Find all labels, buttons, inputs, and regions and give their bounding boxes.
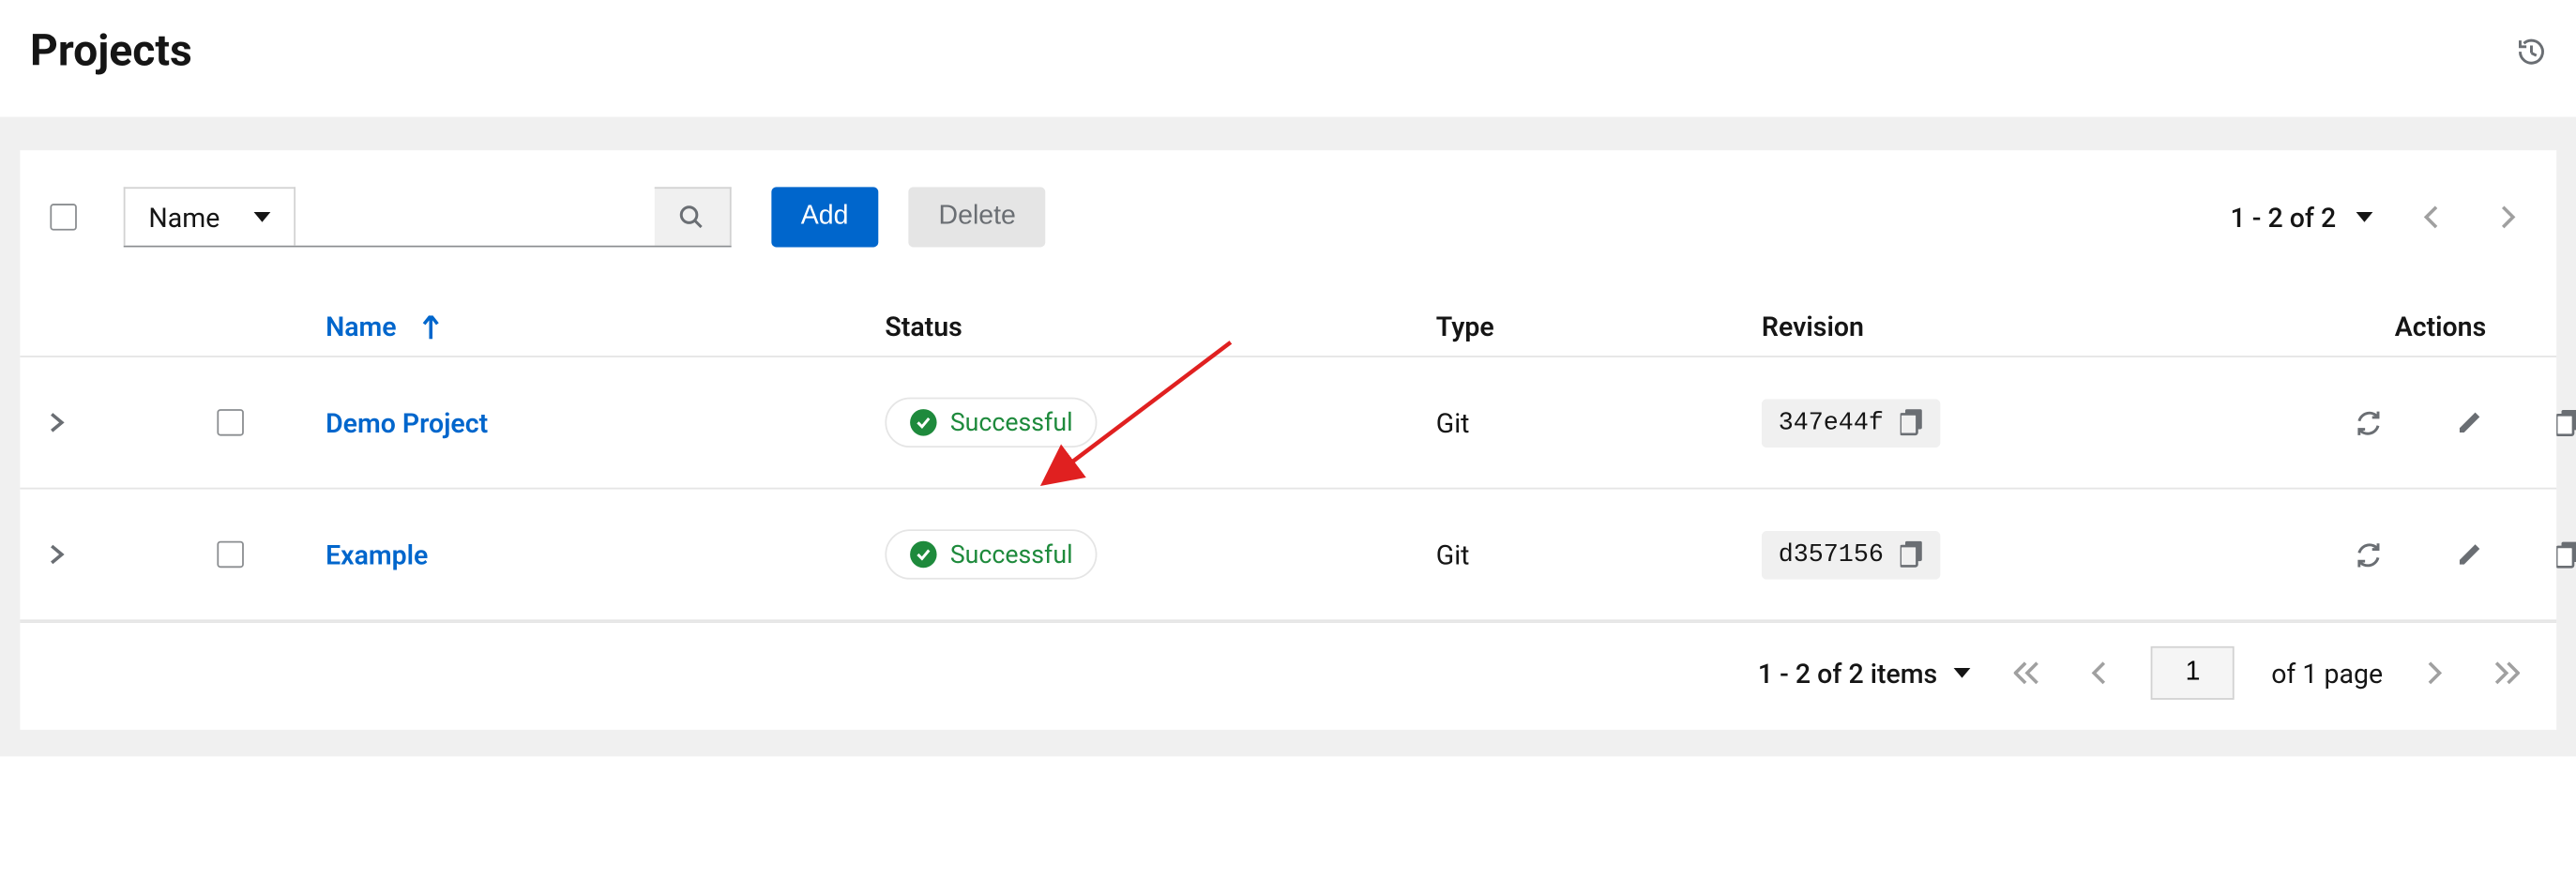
prev-page-top[interactable]: [2413, 199, 2449, 235]
last-page[interactable]: [2486, 658, 2526, 688]
column-status: Status: [885, 311, 1435, 342]
caret-down-icon: [2356, 212, 2373, 222]
prev-page[interactable]: [2084, 658, 2114, 688]
sort-asc-icon: [423, 315, 440, 339]
sync-icon[interactable]: [2355, 540, 2383, 569]
project-link[interactable]: Demo Project: [326, 406, 488, 438]
row-checkbox[interactable]: [217, 541, 243, 568]
status-badge[interactable]: Successful: [885, 398, 1098, 448]
search-button[interactable]: [654, 187, 731, 245]
search-input[interactable]: [295, 187, 654, 245]
type-cell: Git: [1436, 406, 1762, 438]
expand-toggle[interactable]: [50, 413, 150, 432]
revision-chip: d357156: [1762, 530, 1940, 579]
column-name-label: Name: [326, 311, 397, 342]
first-page[interactable]: [2008, 658, 2048, 688]
copy-icon[interactable]: [2556, 408, 2576, 436]
column-type: Type: [1436, 311, 1762, 342]
type-cell: Git: [1436, 539, 1762, 570]
sync-icon[interactable]: [2355, 408, 2383, 436]
table-row: Demo Project Successful Git 347e44f: [20, 357, 2556, 490]
edit-icon[interactable]: [2456, 409, 2482, 435]
count-select[interactable]: 1 - 2 of 2: [2230, 201, 2372, 233]
status-label: Successful: [950, 407, 1073, 437]
revision-hash: d357156: [1779, 540, 1884, 569]
edit-icon[interactable]: [2456, 541, 2482, 568]
revision-hash: 347e44f: [1779, 408, 1884, 436]
check-icon: [910, 409, 936, 435]
filter-field-select[interactable]: Name: [124, 187, 295, 245]
expand-toggle[interactable]: [50, 544, 150, 564]
copy-icon[interactable]: [1901, 409, 1924, 435]
row-checkbox[interactable]: [217, 409, 243, 435]
check-icon: [910, 541, 936, 568]
table-row: Example Successful Git d357156: [20, 490, 2556, 622]
revision-chip: 347e44f: [1762, 399, 1940, 448]
history-icon[interactable]: [2516, 37, 2546, 67]
column-name[interactable]: Name: [326, 311, 885, 342]
items-count-select[interactable]: 1 - 2 of 2 items: [1758, 657, 1971, 689]
items-count-text: 1 - 2 of 2 items: [1758, 657, 1937, 689]
filter-field-label: Name: [148, 201, 220, 233]
page-title: Projects: [30, 26, 192, 76]
page-of-text: of 1 page: [2271, 657, 2383, 689]
add-button[interactable]: Add: [771, 187, 879, 247]
delete-button[interactable]: Delete: [909, 187, 1046, 247]
copy-icon[interactable]: [1901, 541, 1924, 568]
status-badge[interactable]: Successful: [885, 529, 1098, 579]
select-all-checkbox[interactable]: [50, 204, 76, 230]
column-revision: Revision: [1762, 311, 2355, 342]
caret-down-icon: [1954, 668, 1971, 678]
next-page-top[interactable]: [2490, 199, 2526, 235]
page-input[interactable]: [2151, 646, 2235, 700]
count-text: 1 - 2 of 2: [2230, 201, 2336, 233]
next-page[interactable]: [2419, 658, 2449, 688]
project-link[interactable]: Example: [326, 539, 428, 570]
caret-down-icon: [253, 212, 270, 222]
copy-icon[interactable]: [2556, 540, 2576, 569]
column-actions: Actions: [2355, 311, 2526, 342]
status-label: Successful: [950, 539, 1073, 569]
